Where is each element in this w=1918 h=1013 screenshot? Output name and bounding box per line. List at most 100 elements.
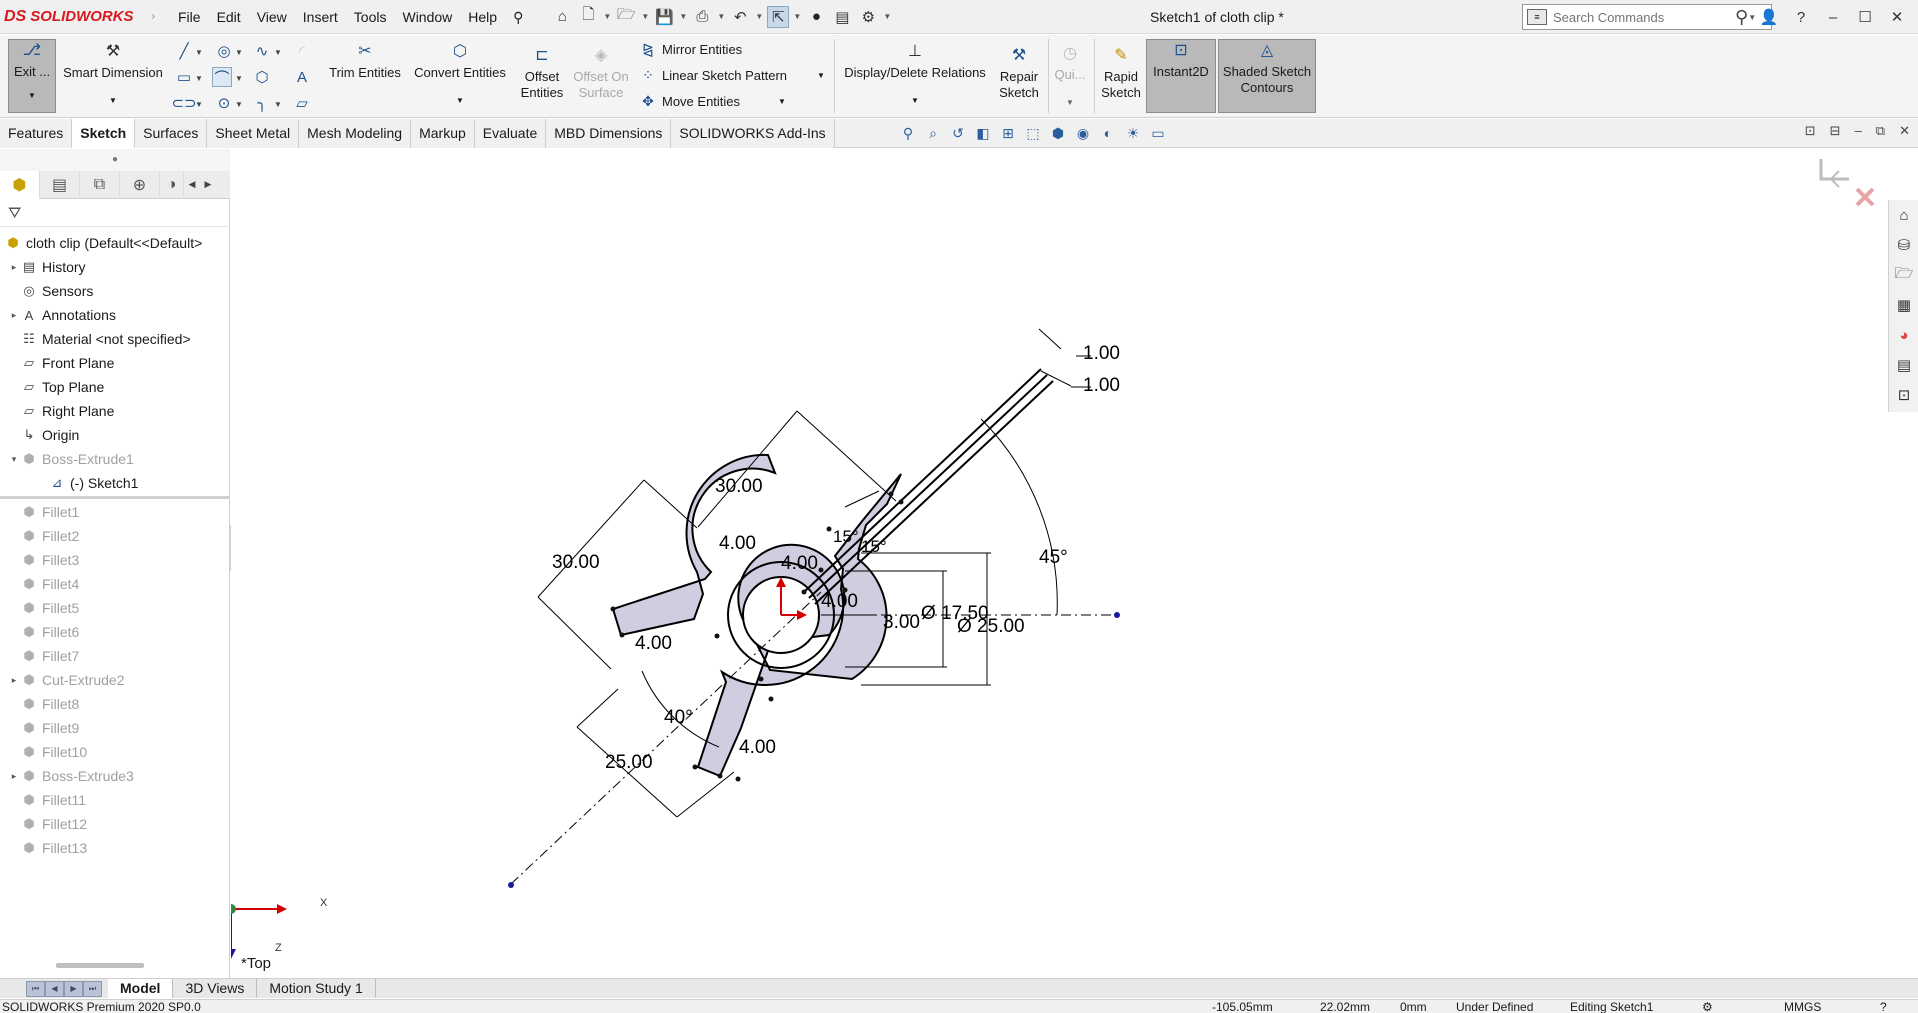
section-view-icon[interactable]: ◧ xyxy=(973,123,993,143)
chevron-down-icon[interactable]: ▼ xyxy=(1066,95,1074,111)
solidworks-resources-icon[interactable]: ⌂ xyxy=(1889,200,1918,230)
solidworks-logo[interactable]: DS SOLIDWORKS › xyxy=(0,0,170,34)
chevron-down-icon[interactable]: ▼ xyxy=(679,12,687,21)
status-help-icon[interactable]: ? xyxy=(1880,1000,1887,1013)
restore-panel-icon[interactable]: ⊡ xyxy=(1805,123,1816,139)
dim-arm-length-upper[interactable]: 30.00 xyxy=(715,476,763,497)
slot-icon[interactable]: ⊂⊃ xyxy=(171,93,196,113)
collapse-arrow-icon[interactable]: ▾ xyxy=(8,454,20,465)
tree-item-fillet10[interactable]: ⬢ Fillet10 xyxy=(0,740,230,764)
dimxpert-manager-tab-icon[interactable]: ⊕ xyxy=(120,170,160,199)
sketch-fillet-icon[interactable]: ╮ xyxy=(252,93,272,113)
chevron-down-icon[interactable]: ▼ xyxy=(641,12,649,21)
tree-root-part[interactable]: ⬢ cloth clip (Default<<Default> xyxy=(0,231,230,255)
chevron-down-icon[interactable]: ▼ xyxy=(109,93,117,109)
tab-evaluate[interactable]: Evaluate xyxy=(474,119,547,148)
tab-sheet-metal[interactable]: Sheet Metal xyxy=(207,119,300,148)
chevron-left-icon[interactable]: ◀ xyxy=(184,179,200,190)
exit-sketch-button[interactable]: ⎇ Exit ... ▼ xyxy=(8,39,56,113)
sketch-point[interactable] xyxy=(1114,612,1120,618)
tree-item-fillet1[interactable]: ⬢ Fillet1 xyxy=(0,500,230,524)
tree-item-fillet11[interactable]: ⬢ Fillet11 xyxy=(0,788,230,812)
tree-item-right-plane[interactable]: ▱ Right Plane xyxy=(0,399,230,423)
dim-angle-40[interactable]: 40° xyxy=(664,707,693,728)
maximize-button[interactable]: ☐ xyxy=(1854,8,1876,26)
rod-edge-2[interactable] xyxy=(808,374,1048,599)
open-folder-icon[interactable]: 🗁 xyxy=(615,6,637,28)
solidworks-forum-icon[interactable]: ⊡ xyxy=(1889,380,1918,410)
sketch-point[interactable] xyxy=(508,882,514,888)
menu-insert[interactable]: Insert xyxy=(295,0,346,34)
expand-arrow-icon[interactable]: ▸ xyxy=(8,675,20,686)
close-button[interactable]: ✕ xyxy=(1886,8,1908,26)
expand-arrow-icon[interactable]: ▸ xyxy=(8,310,20,321)
file-properties-icon[interactable]: ▤ xyxy=(831,6,853,28)
dim-thickness-lower-arm[interactable]: 4.00 xyxy=(739,737,776,758)
polygon-icon[interactable]: ⬡ xyxy=(252,67,272,87)
dim-thickness-inner[interactable]: 4.00 xyxy=(781,553,818,574)
select-pointer-icon[interactable]: ⇱ xyxy=(767,5,790,28)
design-library-icon[interactable]: ⛁ xyxy=(1889,230,1918,260)
text-icon[interactable]: A xyxy=(292,67,312,87)
dim-lower-arm-length[interactable]: 25.00 xyxy=(605,752,653,773)
rollback-bar[interactable] xyxy=(0,496,230,499)
menu-tools[interactable]: Tools xyxy=(346,0,395,34)
tab-3d-views[interactable]: 3D Views xyxy=(173,979,258,998)
tab-model[interactable]: Model xyxy=(108,979,174,998)
tree-item-boss-extrude3[interactable]: ▸ ⬢ Boss-Extrude3 xyxy=(0,764,230,788)
chevron-down-icon[interactable]: ▼ xyxy=(793,12,801,21)
view-orientation-icon[interactable]: ⬚ xyxy=(1023,123,1043,143)
chevron-down-icon[interactable]: ▼ xyxy=(755,12,763,21)
tree-item-cut-extrude2[interactable]: ▸ ⬢ Cut-Extrude2 xyxy=(0,668,230,692)
property-manager-tab-icon[interactable]: ▤ xyxy=(40,170,80,199)
tab-markup[interactable]: Markup xyxy=(411,119,475,148)
status-units[interactable]: MMGS xyxy=(1784,1000,1821,1013)
tree-item-fillet13[interactable]: ⬢ Fillet13 xyxy=(0,836,230,860)
menu-file[interactable]: File xyxy=(170,0,209,34)
custom-properties-icon[interactable]: ▤ xyxy=(1889,350,1918,380)
view-settings-icon[interactable]: ▭ xyxy=(1148,123,1168,143)
dim-arm-length-left[interactable]: 30.00 xyxy=(552,552,600,573)
linear-sketch-pattern-button[interactable]: ⁘ Linear Sketch Pattern ▼ xyxy=(640,67,825,84)
last-tab-icon[interactable]: ⏭ xyxy=(83,980,102,997)
tree-item-origin[interactable]: ↳ Origin xyxy=(0,423,230,447)
chevron-down-icon[interactable]: ▼ xyxy=(235,74,243,83)
tree-item-material[interactable]: ☷ Material <not specified> xyxy=(0,327,230,351)
tree-item-sketch1[interactable]: ⊿ (-) Sketch1 xyxy=(0,471,230,495)
dim-angle-45[interactable]: 45° xyxy=(1039,547,1068,568)
panel-grip[interactable]: ● xyxy=(0,149,230,171)
print-icon[interactable]: ⎙ xyxy=(691,6,713,28)
chevron-right-icon[interactable]: ▶ xyxy=(200,179,216,190)
menu-help[interactable]: Help xyxy=(460,0,505,34)
display-delete-relations-button[interactable]: ⊥ Display/Delete Relations ▼ xyxy=(840,41,990,113)
help-button[interactable]: ? xyxy=(1790,9,1812,26)
tab-solidworks-add-ins[interactable]: SOLIDWORKS Add-Ins xyxy=(671,119,835,148)
offset-on-surface-button[interactable]: ◈ Offset On Surface xyxy=(570,45,632,113)
minimize-button[interactable]: – xyxy=(1822,9,1844,26)
chevron-down-icon[interactable]: ▼ xyxy=(883,12,891,21)
home-icon[interactable]: ⌂ xyxy=(551,6,573,28)
tab-motion-study-1[interactable]: Motion Study 1 xyxy=(257,979,376,998)
chevron-down-icon[interactable]: ▼ xyxy=(274,100,282,109)
chevron-down-icon[interactable]: ▼ xyxy=(195,74,203,83)
dim-rod-width-2[interactable]: 1.00 xyxy=(1083,375,1120,396)
configuration-manager-tab-icon[interactable]: ⧉ xyxy=(80,170,120,199)
dim-thickness-ring[interactable]: 4.00 xyxy=(821,591,858,612)
rectangle-icon[interactable]: ▭ xyxy=(174,67,194,87)
tree-item-fillet6[interactable]: ⬢ Fillet6 xyxy=(0,620,230,644)
plane-icon[interactable]: ▱ xyxy=(292,93,312,113)
previous-view-icon[interactable]: ↺ xyxy=(948,123,968,143)
user-icon[interactable]: 👤 xyxy=(1758,8,1780,26)
view-palette-icon[interactable]: ▦ xyxy=(1889,290,1918,320)
search-scope-icon[interactable]: ≡ xyxy=(1527,9,1547,25)
chevron-down-icon[interactable]: ▼ xyxy=(603,12,611,21)
tab-mesh-modeling[interactable]: Mesh Modeling xyxy=(299,119,412,148)
search-commands-box[interactable]: ≡ ⚲ ▼ xyxy=(1522,4,1772,30)
dim-rod-width-1[interactable]: 1.00 xyxy=(1083,343,1120,364)
expand-arrow-icon[interactable]: ▸ xyxy=(8,771,20,782)
chevron-down-icon[interactable]: ▼ xyxy=(1748,13,1756,22)
repair-sketch-button[interactable]: ⚒ Repair Sketch xyxy=(994,45,1044,113)
dim-thickness-upper[interactable]: 4.00 xyxy=(719,533,756,554)
options-gear-icon[interactable]: ⚙ xyxy=(857,6,879,28)
tree-item-fillet8[interactable]: ⬢ Fillet8 xyxy=(0,692,230,716)
